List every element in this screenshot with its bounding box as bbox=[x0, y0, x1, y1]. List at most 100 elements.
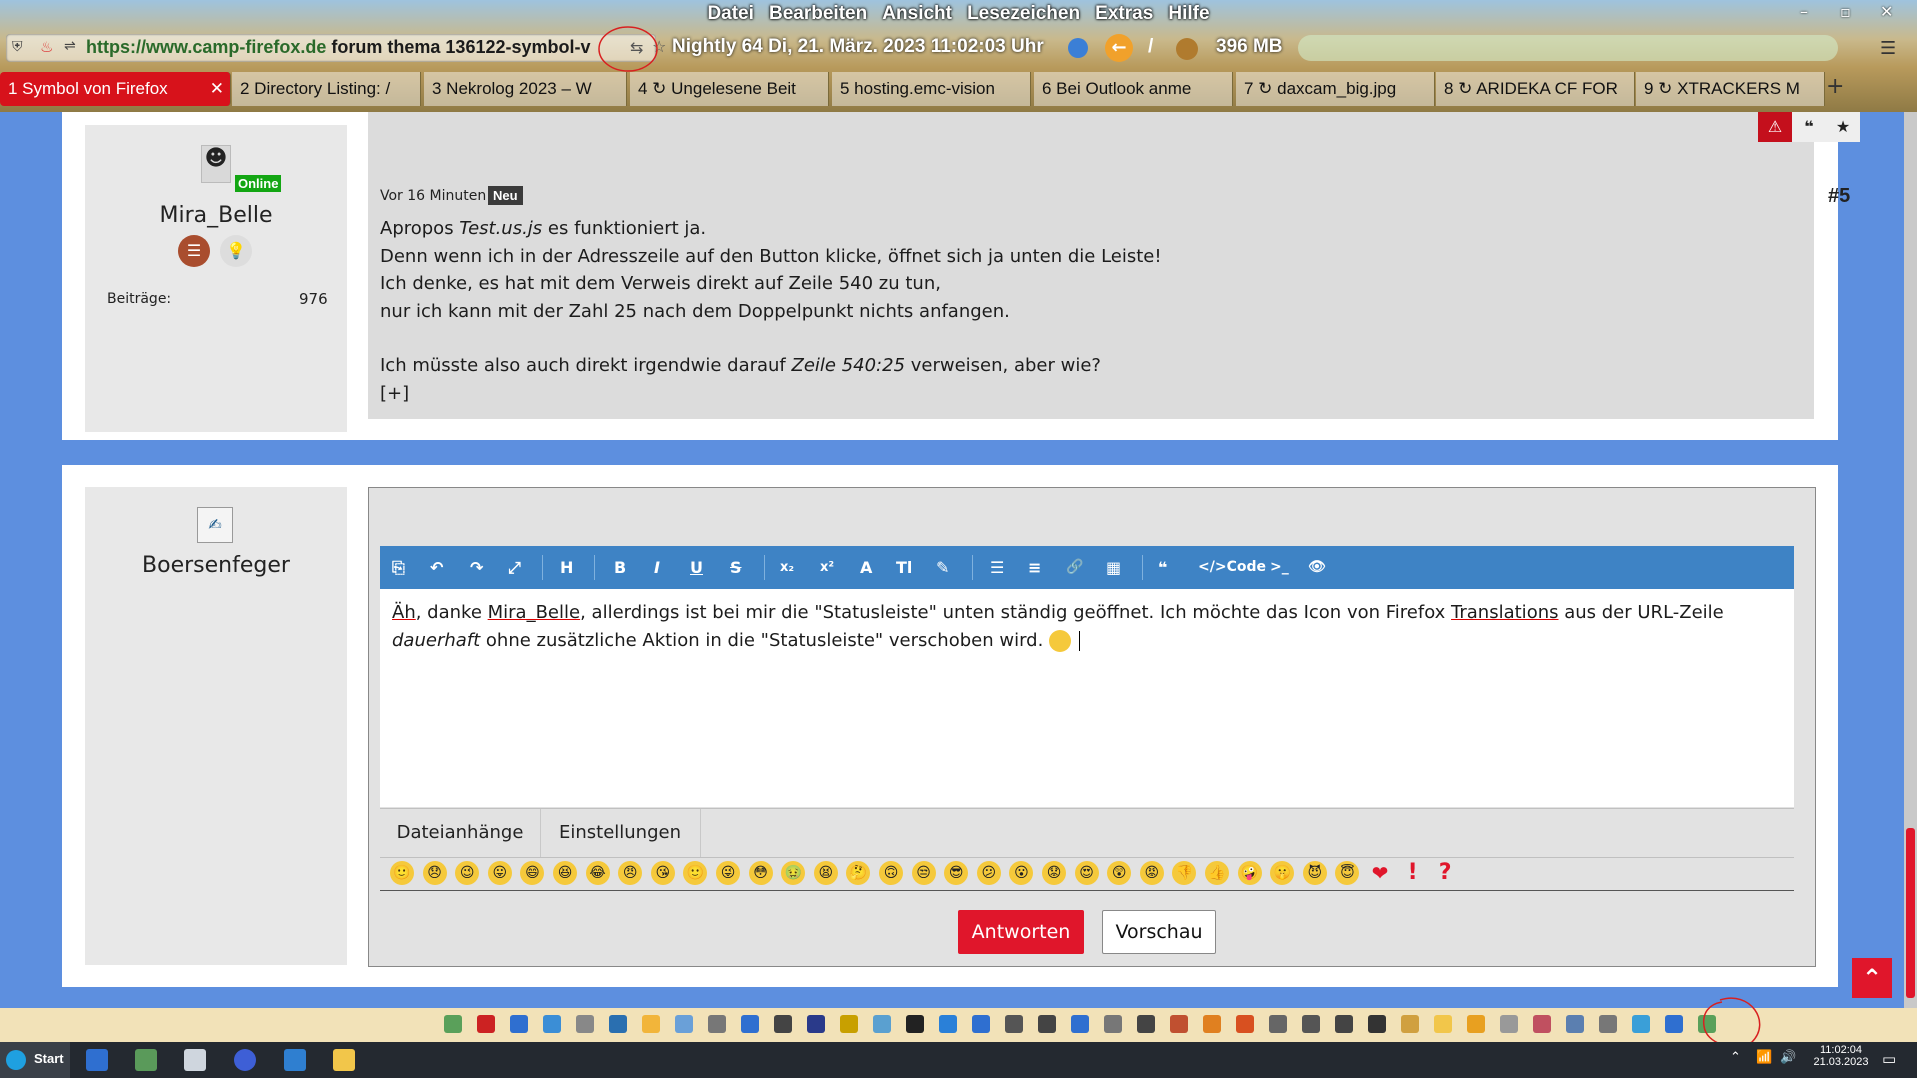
emoji-button[interactable]: 😘 bbox=[650, 861, 675, 885]
status-strip-icon[interactable] bbox=[1632, 1015, 1650, 1033]
emoji-button[interactable]: 😇 bbox=[1335, 861, 1360, 885]
emoji-button[interactable]: 😎 bbox=[944, 861, 969, 885]
table-icon[interactable]: ▦ bbox=[1106, 546, 1121, 589]
firefox-nightly-icon[interactable] bbox=[234, 1049, 256, 1071]
emoji-button[interactable]: 😟 bbox=[1042, 861, 1066, 885]
status-strip-icon[interactable] bbox=[1137, 1015, 1155, 1033]
status-strip-icon[interactable] bbox=[1500, 1015, 1518, 1033]
emoji-button[interactable]: 👎 bbox=[1172, 861, 1197, 885]
emoji-button[interactable]: 😜 bbox=[716, 861, 740, 885]
emoji-button[interactable]: 😛 bbox=[487, 861, 512, 885]
scrollbar-track[interactable] bbox=[1904, 112, 1917, 1008]
tab-3[interactable]: 3 Nekrolog 2023 – W bbox=[424, 72, 627, 106]
status-strip-icon[interactable] bbox=[675, 1015, 693, 1033]
hamburger-menu-icon[interactable]: ☰ bbox=[1880, 38, 1896, 59]
status-strip-icon[interactable] bbox=[1071, 1015, 1089, 1033]
emoji-button[interactable]: 😫 bbox=[813, 861, 838, 885]
status-strip-icon[interactable] bbox=[1302, 1015, 1320, 1033]
emoji-button[interactable]: 🙃 bbox=[879, 861, 903, 885]
editor-textarea[interactable]: Äh, danke Mira_Belle, allerdings ist bei… bbox=[380, 589, 1794, 807]
emoji-button[interactable]: ❤ bbox=[1368, 861, 1392, 885]
emoji-button[interactable]: 😂 bbox=[585, 861, 610, 885]
status-strip-icon[interactable] bbox=[1401, 1015, 1419, 1033]
avatar[interactable]: ☻ bbox=[201, 145, 231, 183]
spoiler-icon[interactable]: 👁 bbox=[1308, 546, 1326, 589]
status-strip-icon[interactable] bbox=[477, 1015, 495, 1033]
status-strip-icon[interactable] bbox=[1104, 1015, 1122, 1033]
clock[interactable]: 11:02:04 21.03.2023 bbox=[1806, 1044, 1876, 1068]
status-strip-icon[interactable] bbox=[708, 1015, 726, 1033]
network-icon[interactable]: 📶 bbox=[1756, 1050, 1772, 1065]
status-strip-icon[interactable] bbox=[1335, 1015, 1353, 1033]
emoji-button[interactable]: 😲 bbox=[1107, 861, 1132, 885]
status-strip-icon[interactable] bbox=[741, 1015, 759, 1033]
minimize-button[interactable]: – bbox=[1800, 2, 1808, 21]
tray-chevron-icon[interactable]: ⌃ bbox=[1730, 1050, 1741, 1065]
notification-icon[interactable]: ▭ bbox=[1882, 1050, 1896, 1068]
menu-datei[interactable]: Datei bbox=[707, 0, 753, 28]
tab-settings[interactable]: Einstellungen bbox=[540, 809, 701, 857]
status-strip-icon[interactable] bbox=[609, 1015, 627, 1033]
status-strip-icon[interactable] bbox=[972, 1015, 990, 1033]
emoji-button[interactable]: ! bbox=[1401, 861, 1425, 885]
emoji-button[interactable]: 😈 bbox=[1302, 861, 1327, 885]
align-icon[interactable]: ≡ bbox=[1028, 546, 1041, 589]
font-color-button[interactable]: A bbox=[860, 546, 872, 589]
app-icon[interactable] bbox=[135, 1049, 157, 1071]
menu-bearbeiten[interactable]: Bearbeiten bbox=[769, 0, 867, 28]
close-button[interactable]: ✕ bbox=[1880, 2, 1893, 21]
emoji-button[interactable]: 👍 bbox=[1205, 861, 1229, 885]
back-arrow-icon[interactable]: ← bbox=[1105, 34, 1133, 62]
quote-icon[interactable]: ❝ bbox=[1158, 546, 1167, 589]
emoji-button[interactable]: 😠 bbox=[618, 861, 643, 885]
source-icon[interactable]: ⎘ bbox=[392, 546, 405, 589]
status-strip-icon[interactable] bbox=[939, 1015, 957, 1033]
search-bar[interactable] bbox=[1298, 35, 1838, 61]
tab-8[interactable]: 8 ↻ ARIDEKA CF FOR bbox=[1436, 72, 1635, 106]
heading-button[interactable]: H bbox=[560, 546, 573, 589]
author-name[interactable]: Boersenfeger bbox=[85, 553, 347, 578]
status-strip-icon[interactable] bbox=[906, 1015, 924, 1033]
menu-ansicht[interactable]: Ansicht bbox=[882, 0, 952, 28]
font-size-button[interactable]: Tl bbox=[896, 546, 912, 589]
menu-extras[interactable]: Extras bbox=[1095, 0, 1153, 28]
start-button[interactable]: Start bbox=[0, 1042, 70, 1078]
code-button[interactable]: </>Code bbox=[1198, 546, 1266, 589]
status-strip-icon[interactable] bbox=[840, 1015, 858, 1033]
close-tab-icon[interactable]: ✕ bbox=[210, 72, 224, 106]
status-strip-icon[interactable] bbox=[1170, 1015, 1188, 1033]
redo-icon[interactable]: ↷ bbox=[470, 546, 483, 589]
emoji-button[interactable]: 🤪 bbox=[1237, 861, 1262, 885]
clear-format-icon[interactable]: ✎ bbox=[936, 546, 949, 589]
emoji-button[interactable]: 😍 bbox=[1074, 861, 1099, 885]
save-icon[interactable] bbox=[86, 1049, 108, 1071]
tab-2[interactable]: 2 Directory Listing: / bbox=[232, 72, 421, 106]
menu-lesezeichen[interactable]: Lesezeichen bbox=[967, 0, 1080, 28]
status-strip-icon[interactable] bbox=[1434, 1015, 1452, 1033]
app-icon[interactable] bbox=[184, 1049, 206, 1071]
fullscreen-icon[interactable]: ⤢ bbox=[508, 546, 521, 589]
scroll-to-top-icon[interactable]: ⌃ bbox=[1852, 958, 1892, 998]
status-strip-icon[interactable] bbox=[1269, 1015, 1287, 1033]
emoji-button[interactable]: 😮 bbox=[1009, 861, 1034, 885]
status-strip-icon[interactable] bbox=[774, 1015, 792, 1033]
status-strip-icon[interactable] bbox=[1566, 1015, 1584, 1033]
tab-attachments[interactable]: Dateianhänge bbox=[380, 809, 541, 857]
url-text[interactable]: https://www.camp-firefox.de forum thema … bbox=[86, 37, 591, 58]
status-strip-icon[interactable] bbox=[1038, 1015, 1056, 1033]
status-strip-icon[interactable] bbox=[1203, 1015, 1221, 1033]
inline-code-button[interactable]: >_ bbox=[1270, 546, 1289, 589]
status-strip-icon[interactable] bbox=[510, 1015, 528, 1033]
list-icon[interactable]: ☰ bbox=[990, 546, 1004, 589]
emoji-button[interactable]: 😳 bbox=[748, 861, 773, 885]
sync-icon[interactable] bbox=[1068, 38, 1088, 58]
avatar[interactable]: ✍ bbox=[197, 507, 233, 543]
status-strip-icon[interactable] bbox=[807, 1015, 825, 1033]
status-strip-icon[interactable] bbox=[1236, 1015, 1254, 1033]
status-strip-icon[interactable] bbox=[1665, 1015, 1683, 1033]
emoji-button[interactable]: 😒 bbox=[911, 861, 936, 885]
emoji-button[interactable]: 🤢 bbox=[781, 861, 806, 885]
status-strip-icon[interactable] bbox=[642, 1015, 660, 1033]
emoji-button[interactable]: 😡 bbox=[1139, 861, 1164, 885]
shield-icon[interactable]: ⛨ bbox=[12, 39, 23, 55]
